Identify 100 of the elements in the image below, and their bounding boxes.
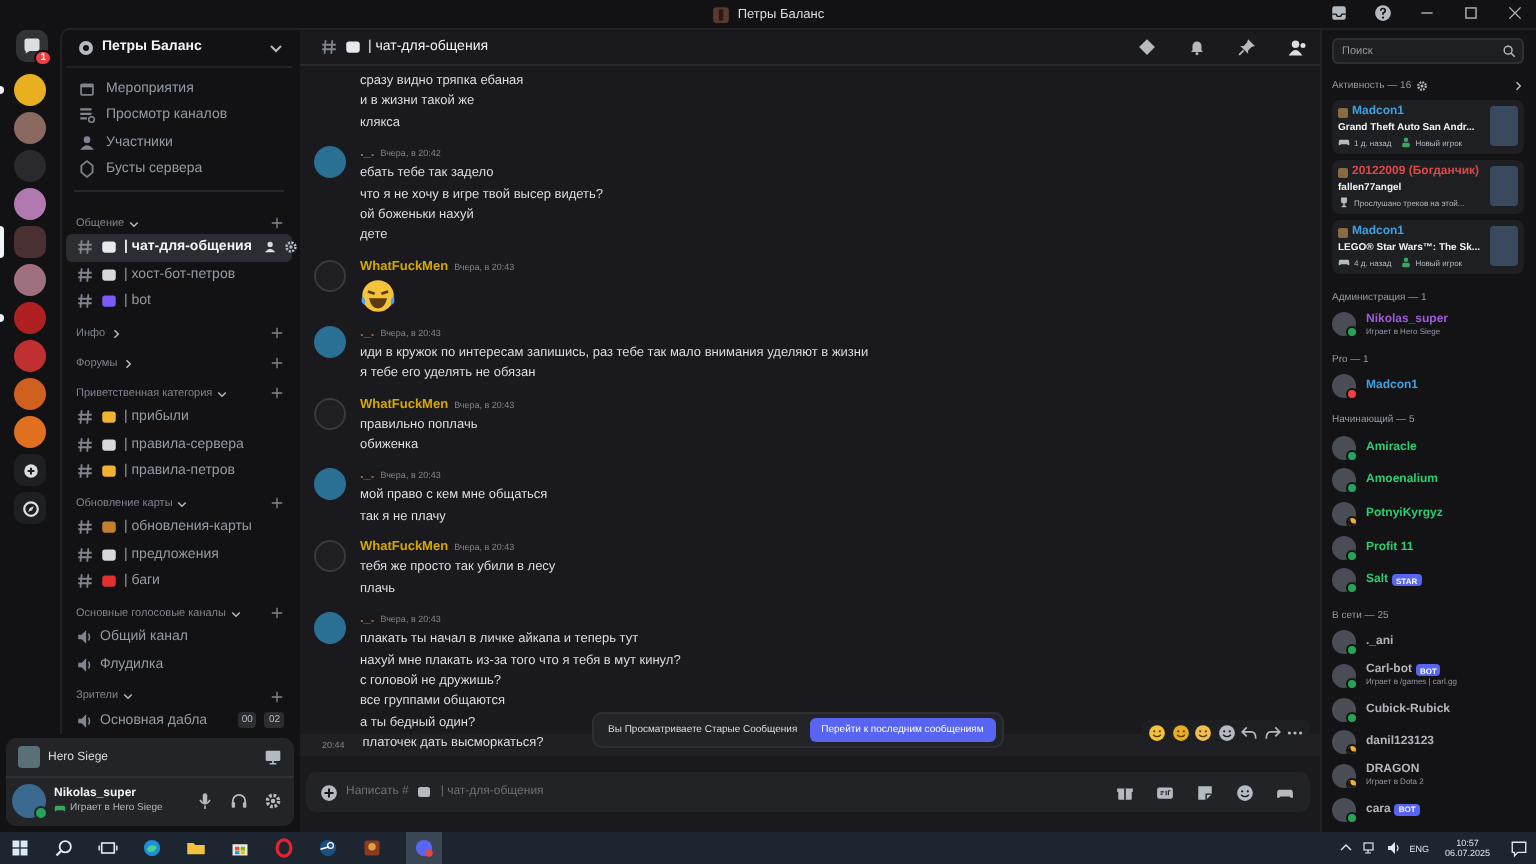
user-avatar[interactable] bbox=[12, 784, 46, 818]
user-avatar bbox=[1338, 107, 1348, 117]
screen-share-icon[interactable] bbox=[264, 748, 282, 766]
add-attachment-icon[interactable] bbox=[320, 783, 338, 801]
game-cover-placeholder bbox=[1490, 106, 1518, 146]
hash-icon bbox=[76, 292, 94, 311]
reaction-emoji-icon[interactable] bbox=[1148, 724, 1166, 743]
trophy-icon bbox=[1338, 196, 1350, 208]
server-badge-icon bbox=[78, 39, 94, 56]
server-icon[interactable] bbox=[14, 416, 46, 448]
chevron-down-icon[interactable] bbox=[122, 690, 135, 703]
sticker-icon[interactable] bbox=[1196, 783, 1214, 801]
speaker-icon bbox=[76, 628, 94, 647]
plus-icon[interactable] bbox=[270, 356, 284, 371]
calendar-icon bbox=[78, 80, 96, 99]
user-avatar[interactable] bbox=[314, 612, 346, 645]
person-icon bbox=[1399, 136, 1412, 148]
bell-icon[interactable] bbox=[1188, 38, 1206, 56]
gamepad-icon bbox=[1338, 256, 1350, 268]
headphones-icon[interactable] bbox=[230, 792, 248, 810]
notifications-icon[interactable] bbox=[1510, 839, 1528, 857]
compass-icon bbox=[21, 499, 39, 517]
server-icon[interactable] bbox=[14, 188, 46, 220]
hash-icon bbox=[320, 38, 338, 56]
chevron-right-icon[interactable] bbox=[109, 327, 122, 340]
browser-icon[interactable] bbox=[142, 838, 162, 858]
forward-icon[interactable] bbox=[1263, 724, 1281, 743]
settings-icon[interactable] bbox=[1415, 80, 1428, 92]
chevron-up-icon[interactable] bbox=[1337, 840, 1354, 856]
ring-logo-icon[interactable] bbox=[274, 838, 294, 858]
settings-icon[interactable] bbox=[264, 792, 282, 810]
person-add-icon[interactable] bbox=[263, 240, 278, 255]
emoji-picker-icon[interactable] bbox=[1236, 783, 1254, 801]
plus-icon bbox=[21, 461, 39, 479]
user-avatar[interactable] bbox=[314, 325, 346, 358]
plus-icon[interactable] bbox=[270, 606, 284, 621]
user-avatar[interactable] bbox=[314, 146, 346, 179]
inbox-icon[interactable] bbox=[1330, 4, 1348, 22]
hash-icon bbox=[76, 461, 94, 480]
chat-app-button[interactable] bbox=[406, 831, 442, 864]
plus-icon[interactable] bbox=[270, 216, 284, 231]
hash-icon bbox=[76, 571, 94, 590]
plus-icon[interactable] bbox=[270, 496, 284, 511]
chevron-right-icon[interactable] bbox=[121, 357, 134, 370]
gamepad-icon bbox=[54, 802, 66, 814]
reaction-emoji-icon[interactable] bbox=[1171, 724, 1189, 743]
game-app-icon[interactable] bbox=[362, 838, 382, 858]
gif-icon[interactable] bbox=[1156, 783, 1174, 801]
user-avatar bbox=[1338, 167, 1348, 177]
server-icon[interactable] bbox=[14, 264, 46, 296]
hash-icon bbox=[76, 545, 94, 564]
reply-icon[interactable] bbox=[1240, 724, 1258, 743]
gift-icon[interactable] bbox=[1116, 783, 1134, 801]
chevron-down-icon[interactable] bbox=[176, 497, 189, 510]
disc-logo-icon[interactable] bbox=[318, 838, 338, 858]
chevron-icon[interactable] bbox=[268, 39, 284, 56]
microphone-icon[interactable] bbox=[196, 792, 214, 810]
gamepad-icon bbox=[1338, 136, 1350, 148]
task-view-icon[interactable] bbox=[98, 838, 118, 858]
laughing-face-icon bbox=[360, 277, 396, 314]
add-reaction-icon[interactable] bbox=[1217, 724, 1235, 743]
hash-icon bbox=[76, 435, 94, 454]
store-icon[interactable] bbox=[230, 838, 250, 858]
game-thumbnail bbox=[18, 746, 40, 768]
plus-icon[interactable] bbox=[270, 386, 284, 401]
hash-icon bbox=[76, 238, 94, 257]
add-server-button[interactable] bbox=[14, 454, 46, 486]
boost-icon bbox=[78, 160, 96, 179]
windows-logo-icon[interactable] bbox=[10, 838, 30, 858]
emoji-icon bbox=[416, 784, 433, 800]
members-icon[interactable] bbox=[1288, 37, 1308, 57]
people-icon bbox=[78, 133, 96, 152]
pin-icon[interactable] bbox=[1238, 38, 1256, 56]
user-avatar[interactable] bbox=[314, 468, 346, 501]
search-icon[interactable] bbox=[54, 838, 74, 858]
plus-icon[interactable] bbox=[270, 689, 284, 704]
server-icon[interactable] bbox=[14, 378, 46, 410]
settings-icon[interactable] bbox=[283, 240, 298, 255]
network-icon[interactable] bbox=[1361, 840, 1378, 856]
hash-icon bbox=[76, 265, 94, 284]
chevron-down-icon[interactable] bbox=[229, 607, 242, 620]
server-icon[interactable] bbox=[14, 112, 46, 144]
chevron-down-icon[interactable] bbox=[128, 217, 141, 230]
speaker-icon bbox=[76, 655, 94, 674]
search-icon bbox=[1502, 44, 1516, 58]
speaker-icon bbox=[76, 711, 94, 730]
discover-button[interactable] bbox=[14, 492, 46, 524]
help-icon[interactable] bbox=[1374, 4, 1392, 22]
reaction-emoji-icon[interactable] bbox=[1194, 724, 1212, 743]
emoji-icon bbox=[344, 38, 362, 56]
folder-icon[interactable] bbox=[186, 838, 206, 858]
maximize-icon[interactable] bbox=[1462, 4, 1480, 22]
chevron-right-icon[interactable] bbox=[1512, 80, 1524, 92]
volume-icon[interactable] bbox=[1385, 840, 1402, 856]
server-icon bbox=[711, 5, 730, 23]
server-icon[interactable] bbox=[14, 74, 46, 106]
close-icon[interactable] bbox=[1506, 4, 1524, 22]
plus-icon[interactable] bbox=[270, 326, 284, 341]
chevron-down-icon[interactable] bbox=[216, 387, 229, 400]
status-dot bbox=[34, 806, 48, 820]
